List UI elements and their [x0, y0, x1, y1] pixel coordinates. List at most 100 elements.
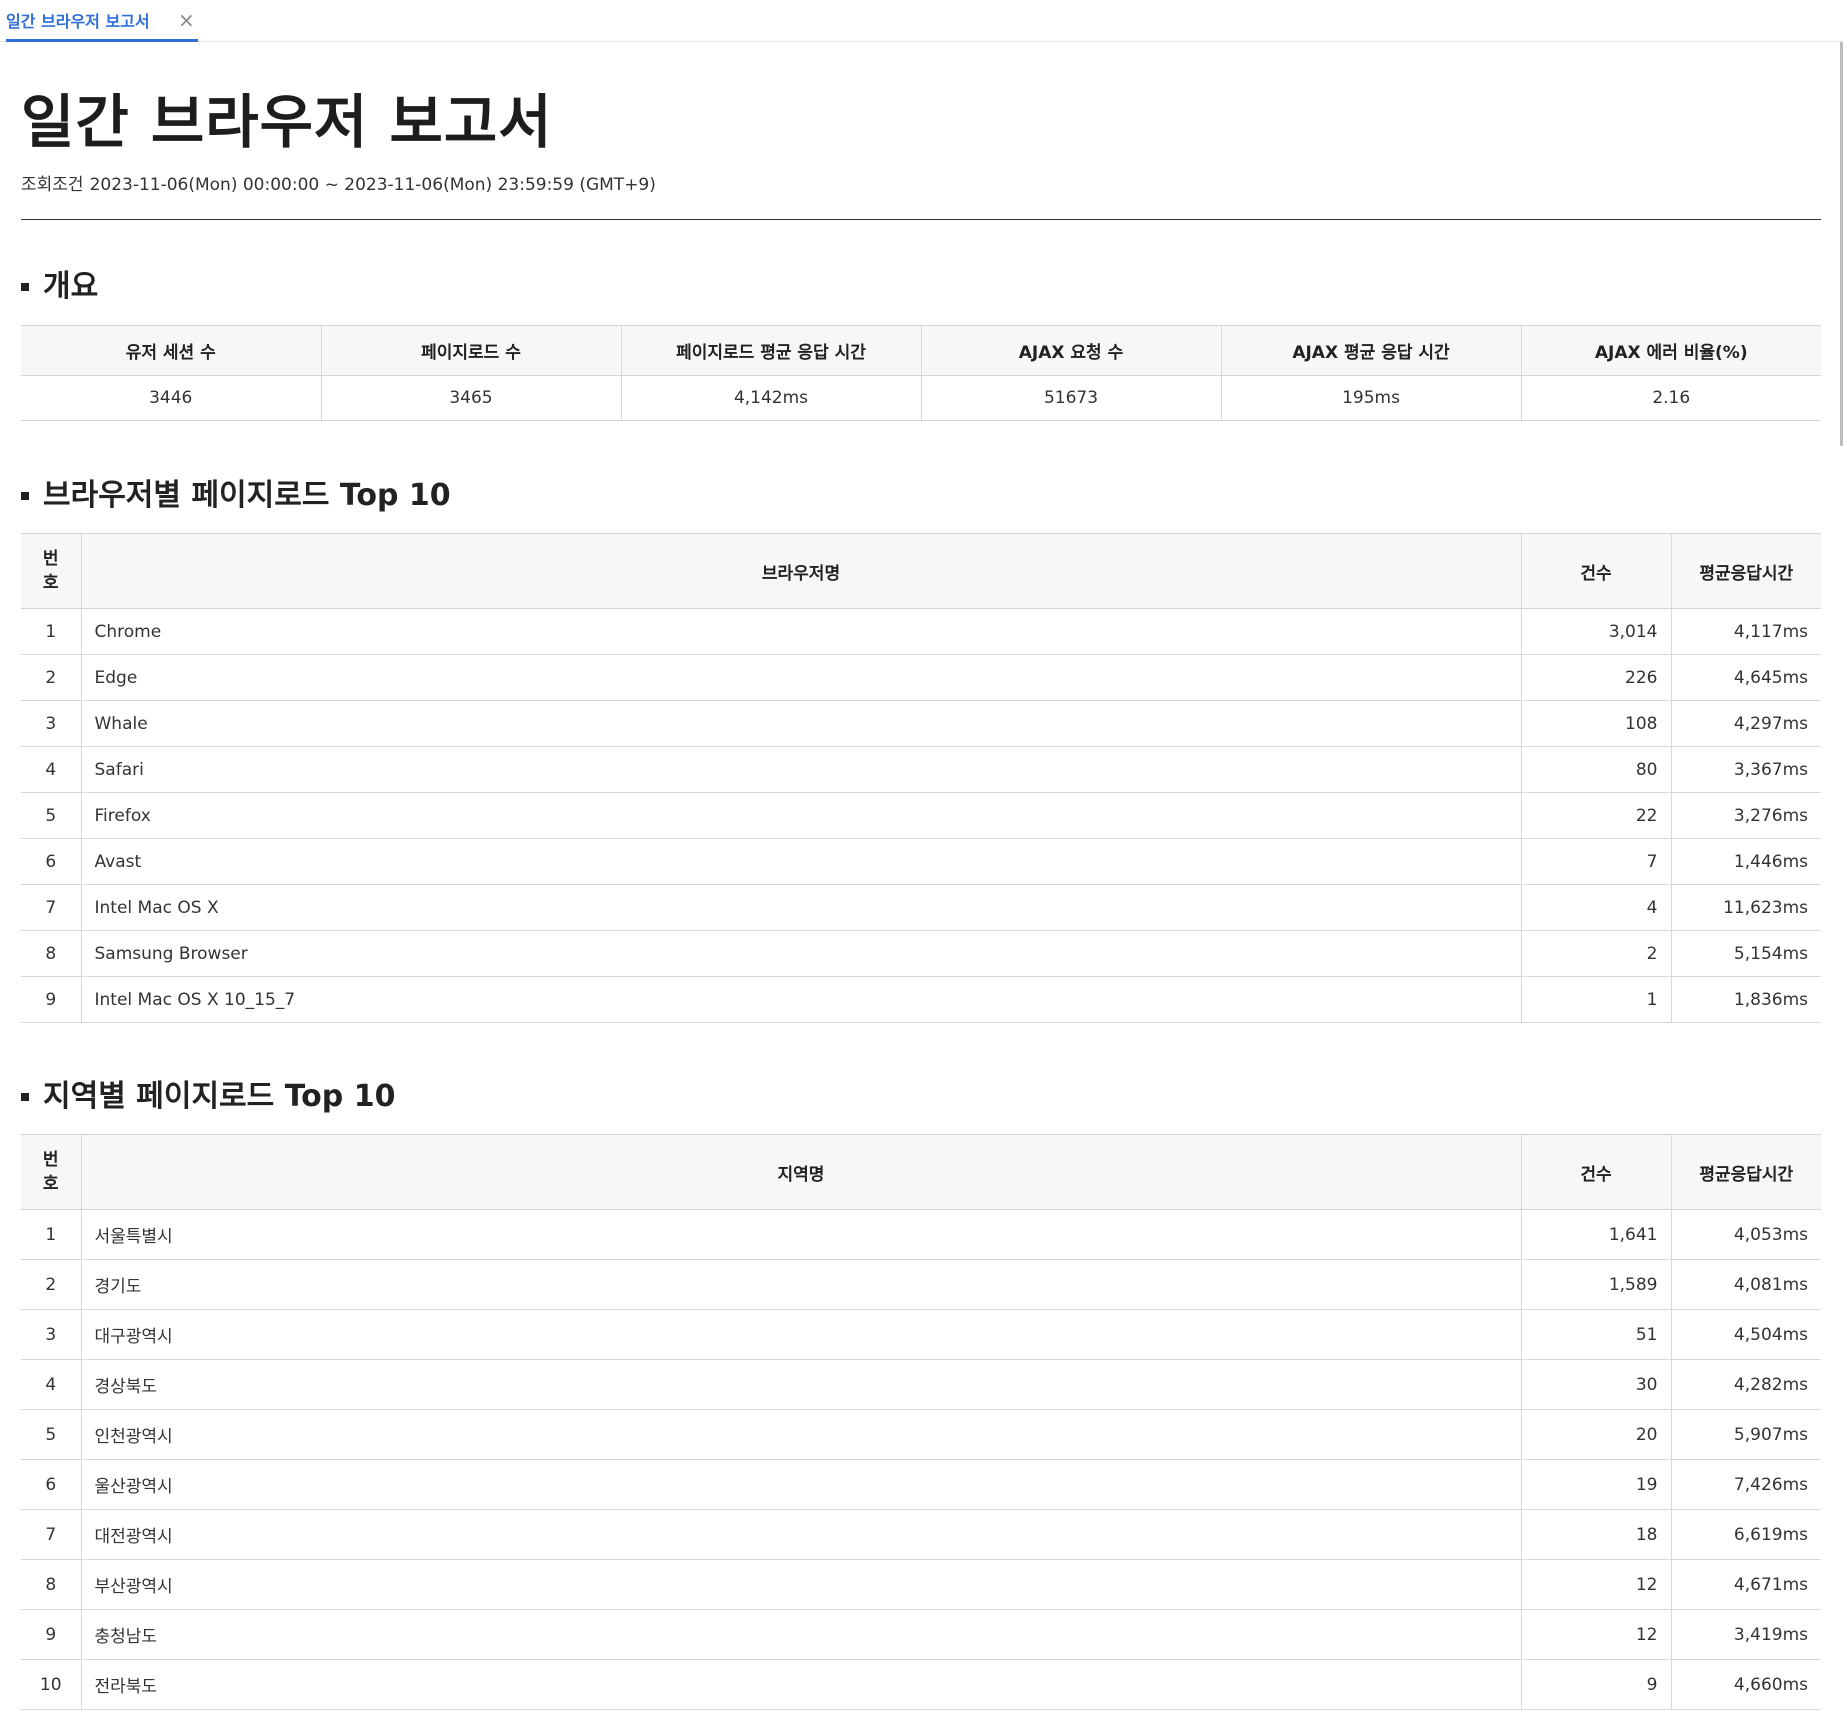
- row-avg: 5,154ms: [1670, 930, 1821, 977]
- browser-table: 번호 브라우저명 건수 평균응답시간 1 Chrome 3,014 4,117ms 2 E…: [21, 533, 1821, 1023]
- row-avg: 11,623ms: [1670, 884, 1821, 931]
- criteria-value: 2023-11-06(Mon) 00:00:00 ~ 2023-11-06(Mo…: [89, 175, 656, 195]
- tab-label[interactable]: 일간 브라우저 보고서: [6, 8, 150, 32]
- table-row: 8 부산광역시 12 4,671ms: [21, 1559, 1821, 1610]
- table-row: 3 Whale 108 4,297ms: [21, 700, 1821, 747]
- table-row: 7 Intel Mac OS X 4 11,623ms: [21, 884, 1821, 931]
- table-row: 6 Avast 7 1,446ms: [21, 838, 1821, 885]
- column-header-count: 건수: [1520, 533, 1671, 609]
- query-criteria: 조회조건 2023-11-06(Mon) 00:00:00 ~ 2023-11-0…: [21, 170, 662, 195]
- bullet-icon: [21, 1093, 29, 1101]
- row-count: 12: [1520, 1559, 1671, 1610]
- column-header: AJAX 에러 비율(%): [1520, 325, 1821, 376]
- row-avg: 4,671ms: [1670, 1559, 1821, 1610]
- table-cell: 51673: [920, 375, 1221, 421]
- table-row: 4 경상북도 30 4,282ms: [21, 1359, 1821, 1410]
- row-count: 19: [1520, 1459, 1671, 1510]
- table-header-row: 번호 지역명 건수 평균응답시간: [21, 1134, 1821, 1210]
- table-body: 1 Chrome 3,014 4,117ms 2 Edge 226 4,645ms 3 Whale…: [21, 608, 1821, 1023]
- row-avg: 3,419ms: [1670, 1609, 1821, 1660]
- row-count: 7: [1520, 838, 1671, 885]
- row-count: 9: [1520, 1659, 1671, 1710]
- row-count: 18: [1520, 1509, 1671, 1560]
- row-avg: 5,907ms: [1670, 1409, 1821, 1460]
- table-row: 5 Firefox 22 3,276ms: [21, 792, 1821, 839]
- row-count: 2: [1520, 930, 1671, 977]
- row-count: 20: [1520, 1409, 1671, 1460]
- region-table: 번호 지역명 건수 평균응답시간 1 서울특별시 1,641 4,053ms 2 경기도 1…: [21, 1134, 1821, 1710]
- row-count: 51: [1520, 1309, 1671, 1360]
- section-title-text: 지역별 페이지로드 Top 10: [43, 1079, 396, 1114]
- row-number: 3: [21, 700, 81, 747]
- table-row: 8 Samsung Browser 2 5,154ms: [21, 930, 1821, 977]
- table-body: 1 서울특별시 1,641 4,053ms 2 경기도 1,589 4,081ms 3 대구광역시…: [21, 1209, 1821, 1710]
- table-row: 3 대구광역시 51 4,504ms: [21, 1309, 1821, 1360]
- row-avg: 4,297ms: [1670, 700, 1821, 747]
- row-name: 부산광역시: [80, 1559, 1521, 1610]
- table-row: 6 울산광역시 19 7,426ms: [21, 1459, 1821, 1510]
- bullet-icon: [21, 283, 29, 291]
- row-name: Whale: [80, 700, 1521, 747]
- column-header-number: 번호: [21, 533, 81, 609]
- row-avg: 4,053ms: [1670, 1209, 1821, 1260]
- row-avg: 4,081ms: [1670, 1259, 1821, 1310]
- row-number: 10: [21, 1659, 81, 1710]
- row-name: 인천광역시: [80, 1409, 1521, 1460]
- table-cell: 3465: [320, 375, 621, 421]
- row-count: 3,014: [1520, 608, 1671, 655]
- table-cell: 195ms: [1220, 375, 1521, 421]
- row-number: 8: [21, 930, 81, 977]
- table-row: 1 서울특별시 1,641 4,053ms: [21, 1209, 1821, 1260]
- row-number: 5: [21, 1409, 81, 1460]
- row-name: 울산광역시: [80, 1459, 1521, 1510]
- close-icon[interactable]: ×: [178, 10, 195, 30]
- table-row: 3446 3465 4,142ms 51673 195ms 2.16: [21, 375, 1821, 421]
- page-title: 일간 브라우저 보고서: [21, 88, 553, 156]
- column-header-name: 브라우저명: [80, 533, 1521, 609]
- row-number: 6: [21, 838, 81, 885]
- column-header: AJAX 평균 응답 시간: [1220, 325, 1521, 376]
- row-name: 경기도: [80, 1259, 1521, 1310]
- criteria-label: 조회조건: [21, 175, 84, 195]
- column-header: 유저 세션 수: [21, 325, 321, 376]
- row-name: Intel Mac OS X 10_15_7: [80, 976, 1521, 1023]
- tab-daily-browser-report[interactable]: 일간 브라우저 보고서 ×: [6, 0, 198, 42]
- section-title-text: 브라우저별 페이지로드 Top 10: [43, 478, 451, 513]
- row-name: Edge: [80, 654, 1521, 701]
- row-name: 대전광역시: [80, 1509, 1521, 1560]
- column-header-count: 건수: [1520, 1134, 1671, 1210]
- column-header: 페이지로드 평균 응답 시간: [620, 325, 921, 376]
- row-count: 30: [1520, 1359, 1671, 1410]
- row-count: 108: [1520, 700, 1671, 747]
- header-text: 번: [42, 549, 59, 569]
- row-number: 7: [21, 884, 81, 931]
- row-number: 9: [21, 1609, 81, 1660]
- table-cell: 4,142ms: [620, 375, 921, 421]
- row-avg: 1,446ms: [1670, 838, 1821, 885]
- row-number: 1: [21, 608, 81, 655]
- table-cell: 2.16: [1520, 375, 1821, 421]
- header-text: 호: [42, 1174, 59, 1194]
- table-row: 9 충청남도 12 3,419ms: [21, 1609, 1821, 1660]
- row-number: 9: [21, 976, 81, 1023]
- table-cell: 3446: [21, 375, 321, 421]
- row-avg: 4,660ms: [1670, 1659, 1821, 1710]
- table-row: 7 대전광역시 18 6,619ms: [21, 1509, 1821, 1560]
- row-name: 경상북도: [80, 1359, 1521, 1410]
- row-avg: 4,117ms: [1670, 608, 1821, 655]
- column-header-number: 번호: [21, 1134, 81, 1210]
- header-text: 호: [42, 573, 59, 593]
- row-avg: 4,645ms: [1670, 654, 1821, 701]
- row-number: 4: [21, 1359, 81, 1410]
- table-header-row: 유저 세션 수 페이지로드 수 페이지로드 평균 응답 시간 AJAX 요청 수…: [21, 325, 1821, 376]
- row-count: 1,641: [1520, 1209, 1671, 1260]
- row-name: Samsung Browser: [80, 930, 1521, 977]
- row-number: 3: [21, 1309, 81, 1360]
- section-title-overview: 개요: [21, 267, 98, 307]
- row-number: 4: [21, 746, 81, 793]
- row-name: Avast: [80, 838, 1521, 885]
- table-row: 2 경기도 1,589 4,081ms: [21, 1259, 1821, 1310]
- column-header-avg: 평균응답시간: [1670, 1134, 1821, 1210]
- row-count: 4: [1520, 884, 1671, 931]
- row-number: 8: [21, 1559, 81, 1610]
